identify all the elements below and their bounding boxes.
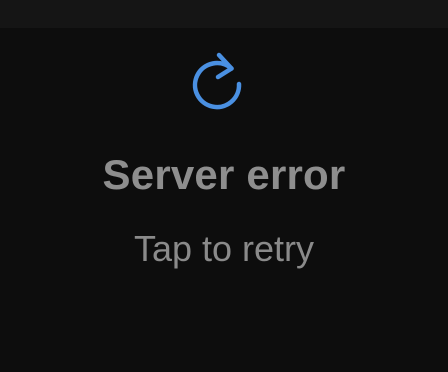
error-title: Server error	[102, 151, 346, 198]
refresh-icon[interactable]	[185, 51, 249, 115]
top-bar	[0, 0, 448, 28]
retry-button[interactable]: Tap to retry	[0, 228, 448, 270]
